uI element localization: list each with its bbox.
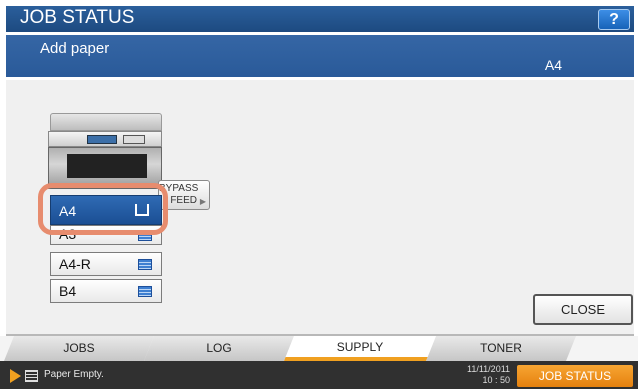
tray-label: B4 bbox=[59, 283, 77, 299]
tray-paper-icon bbox=[138, 286, 152, 297]
tab-supply[interactable]: SUPPLY bbox=[284, 336, 436, 361]
date-time: 11/11/2011 10 : 50 bbox=[467, 364, 510, 386]
tray-button-a4r[interactable]: A4-R bbox=[50, 252, 162, 276]
title-bar: JOB STATUS ? bbox=[6, 6, 634, 32]
tab-bar: JOBS LOG TONER SUPPLY bbox=[0, 336, 638, 361]
help-button[interactable]: ? bbox=[598, 9, 630, 30]
time: 10 : 50 bbox=[482, 375, 511, 385]
tray-button-b4[interactable]: B4 bbox=[50, 279, 162, 303]
status-bar-message: Paper Empty. bbox=[44, 369, 104, 380]
empty-tray-highlight bbox=[38, 183, 168, 235]
status-message: Add paper bbox=[40, 40, 110, 57]
status-bar: Paper Empty. 11/11/2011 10 : 50 JOB STAT… bbox=[0, 361, 638, 389]
message-bar: Add paper A4 bbox=[6, 35, 634, 77]
tab-jobs[interactable]: JOBS bbox=[4, 336, 154, 361]
tab-toner[interactable]: TONER bbox=[426, 336, 576, 361]
tray-paper-icon bbox=[138, 259, 152, 270]
tray-label: A4-R bbox=[59, 256, 91, 272]
message-list-icon[interactable] bbox=[25, 370, 38, 382]
copier-illustration-icon bbox=[48, 113, 162, 189]
close-button[interactable]: CLOSE bbox=[533, 294, 633, 325]
date: 11/11/2011 bbox=[467, 364, 511, 374]
job-status-screen: JOB STATUS ? Add paper A4 BYPASS FEED ▶ … bbox=[0, 0, 638, 389]
page-title: JOB STATUS bbox=[20, 7, 135, 28]
play-arrow-icon[interactable] bbox=[10, 369, 21, 383]
tab-log[interactable]: LOG bbox=[144, 336, 294, 361]
job-status-button[interactable]: JOB STATUS bbox=[517, 365, 633, 387]
paper-size-readout: A4 bbox=[544, 57, 562, 73]
arrow-right-icon: ▶ bbox=[199, 197, 206, 206]
